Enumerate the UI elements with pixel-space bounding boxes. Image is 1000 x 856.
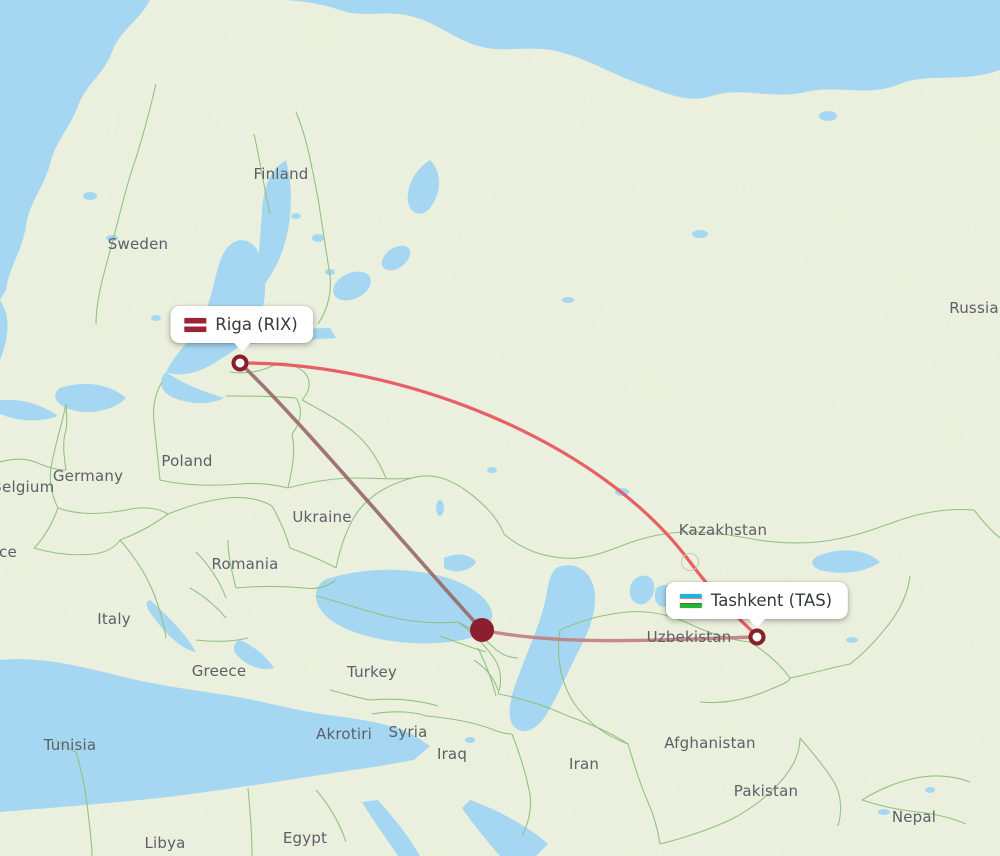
map-canvas	[0, 0, 1000, 856]
airport-marker-tas[interactable]	[748, 628, 766, 646]
lake-a	[465, 737, 475, 743]
lake-m	[562, 297, 574, 303]
lake-k	[692, 230, 708, 238]
lake-i	[106, 235, 118, 241]
waypoint-outline	[681, 553, 699, 571]
lake-q	[846, 637, 858, 643]
callout-tashkent[interactable]: Tashkent (TAS)	[665, 582, 849, 628]
callout-riga[interactable]: Riga (RIX)	[170, 306, 314, 352]
lake-n	[487, 467, 497, 473]
lake-e	[312, 234, 324, 242]
lake-g	[291, 213, 301, 219]
uzbekistan-flag-icon	[679, 593, 702, 608]
map-layers	[0, 0, 1000, 856]
flight-route-map[interactable]: FinlandSwedenRussiaPolandGermanyBelgiumU…	[0, 0, 1000, 856]
lake-j	[151, 315, 161, 321]
callout-tashkent-label: Tashkent (TAS)	[710, 591, 833, 610]
lake-h	[83, 192, 97, 200]
lake-c	[878, 809, 890, 815]
latvia-flag-icon	[184, 317, 207, 332]
lake-o	[436, 500, 444, 516]
lake-d	[925, 787, 935, 793]
airport-marker-rix[interactable]	[231, 354, 249, 372]
stopover-point[interactable]	[470, 618, 494, 642]
callout-riga-label: Riga (RIX)	[215, 315, 298, 334]
lake-l	[819, 111, 837, 121]
